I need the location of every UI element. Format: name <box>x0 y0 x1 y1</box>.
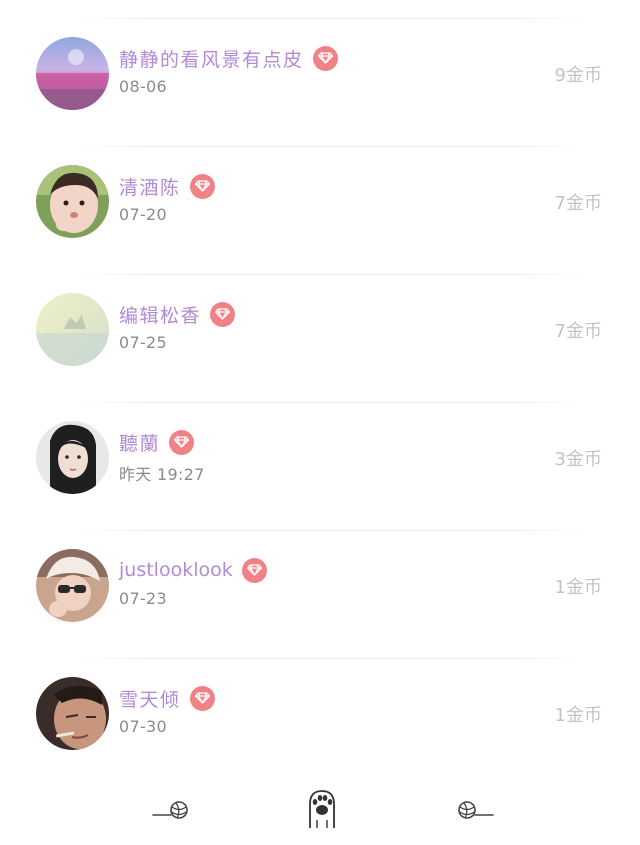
tab-left[interactable] <box>149 792 193 828</box>
date: 08-06 <box>119 77 167 96</box>
divider <box>70 18 590 19</box>
diamond-icon <box>189 685 215 711</box>
diamond-icon <box>169 429 195 455</box>
cat-paw-icon <box>309 790 335 828</box>
avatar[interactable] <box>36 549 109 622</box>
date: 07-20 <box>119 205 167 224</box>
diamond-icon <box>312 45 338 71</box>
divider <box>70 658 590 659</box>
avatar[interactable] <box>36 677 109 750</box>
avatar[interactable] <box>36 165 109 238</box>
diamond-icon <box>210 301 236 327</box>
user-name[interactable]: justlooklook <box>119 559 233 581</box>
date: 昨天 19:27 <box>119 465 205 484</box>
bottom-tab-bar <box>0 780 640 845</box>
coin-amount: 9金币 <box>554 65 602 86</box>
tab-right[interactable] <box>453 792 497 828</box>
user-name[interactable]: 编辑松香 <box>119 301 201 328</box>
yarn-ball-icon <box>458 801 494 819</box>
divider <box>70 146 590 147</box>
coin-amount: 7金币 <box>554 193 602 214</box>
avatar[interactable] <box>36 421 109 494</box>
tab-center[interactable] <box>300 786 344 830</box>
user-name[interactable]: 清酒陈 <box>119 173 181 200</box>
user-name[interactable]: 聽蘭 <box>119 429 160 456</box>
coin-amount: 1金币 <box>554 577 602 598</box>
coin-amount: 7金币 <box>554 321 602 342</box>
avatar[interactable] <box>36 293 109 366</box>
coin-amount: 3金币 <box>554 449 602 470</box>
user-name[interactable]: 雪天倾 <box>119 685 181 712</box>
date: 07-25 <box>119 333 167 352</box>
avatar[interactable] <box>36 37 109 110</box>
date: 07-23 <box>119 589 167 608</box>
divider <box>70 402 590 403</box>
date: 07-30 <box>119 717 167 736</box>
yarn-ball-icon <box>152 801 188 819</box>
diamond-icon <box>241 557 267 583</box>
divider <box>70 530 590 531</box>
diamond-icon <box>189 173 215 199</box>
coin-amount: 1金币 <box>554 705 602 726</box>
user-name[interactable]: 静静的看风景有点皮 <box>119 45 304 72</box>
divider <box>70 274 590 275</box>
